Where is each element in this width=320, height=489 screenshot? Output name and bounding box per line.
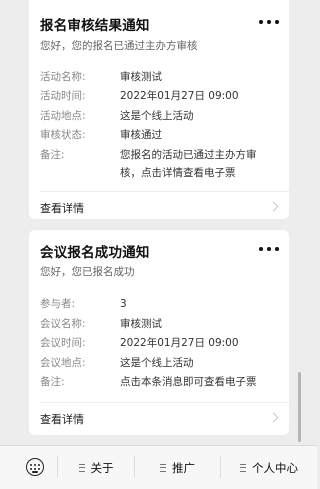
menu-item-about[interactable]: 关于 xyxy=(58,446,134,489)
field-label: 参与者: xyxy=(40,298,76,310)
scrollbar-thumb[interactable] xyxy=(298,372,301,442)
field-label: 会议名称: xyxy=(40,318,86,330)
field-value: 2022年01月27日 09:00 xyxy=(120,337,239,349)
view-details-label: 查看详情 xyxy=(40,202,84,215)
field-value: 您报名的活动已通过主办方审核，点击详情查看电子票 xyxy=(120,149,257,179)
field-value: 审核测试 xyxy=(120,71,162,83)
field-value: 点击本条消息即可查看电子票 xyxy=(120,376,257,388)
field-value: 这是个线上活动 xyxy=(120,110,194,122)
list-icon xyxy=(78,463,85,472)
list-icon xyxy=(240,463,246,472)
menu-item-label: 推广 xyxy=(172,460,195,475)
field-value: 这是个线上活动 xyxy=(120,357,194,369)
keyboard-icon[interactable] xyxy=(26,458,44,476)
field-label: 备注: xyxy=(40,376,65,388)
view-details-label: 查看详情 xyxy=(40,413,84,426)
view-details-link[interactable]: 查看详情 xyxy=(29,193,289,219)
menu-item-label: 个人中心 xyxy=(252,460,298,475)
more-icon[interactable] xyxy=(259,17,279,27)
field-label: 活动时间: xyxy=(40,90,86,102)
divider xyxy=(40,402,289,403)
field-value: 2022年01月27日 09:00 xyxy=(120,90,239,102)
card-subtitle: 您好，您的报名已通过主办方审核 xyxy=(40,40,198,52)
notification-card-review-result[interactable]: 报名审核结果通知 您好，您的报名已通过主办方审核 活动名称: 审核测试 活动时间… xyxy=(29,0,289,219)
field-label: 活动地点: xyxy=(40,110,86,122)
field-value: 审核通过 xyxy=(120,129,162,141)
chevron-right-icon xyxy=(268,201,279,212)
bottom-menu-bar: 关于 推广 个人中心 xyxy=(0,445,317,489)
notification-card-meeting-success[interactable]: 会议报名成功通知 您好，您已报名成功 参与者: 3 会议名称: 审核测试 会议时… xyxy=(29,230,289,435)
field-label: 审核状态: xyxy=(40,129,86,141)
field-label: 活动名称: xyxy=(40,71,86,83)
more-icon[interactable] xyxy=(259,244,279,254)
field-label: 会议时间: xyxy=(40,337,86,349)
divider xyxy=(40,191,289,192)
field-label: 会议地点: xyxy=(40,357,86,369)
chevron-right-icon xyxy=(268,412,279,423)
field-label: 备注: xyxy=(40,149,65,161)
menu-item-personal-center[interactable]: 个人中心 xyxy=(221,446,317,489)
menu-item-promotion[interactable]: 推广 xyxy=(135,446,220,489)
card-subtitle: 您好，您已报名成功 xyxy=(40,266,135,278)
field-value: 3 xyxy=(120,298,127,310)
menu-item-label: 关于 xyxy=(90,460,114,475)
card-title: 报名审核结果通知 xyxy=(40,18,150,34)
list-icon xyxy=(160,463,166,472)
card-title: 会议报名成功通知 xyxy=(40,245,150,261)
view-details-link[interactable]: 查看详情 xyxy=(29,404,289,432)
field-value: 审核测试 xyxy=(120,318,162,330)
